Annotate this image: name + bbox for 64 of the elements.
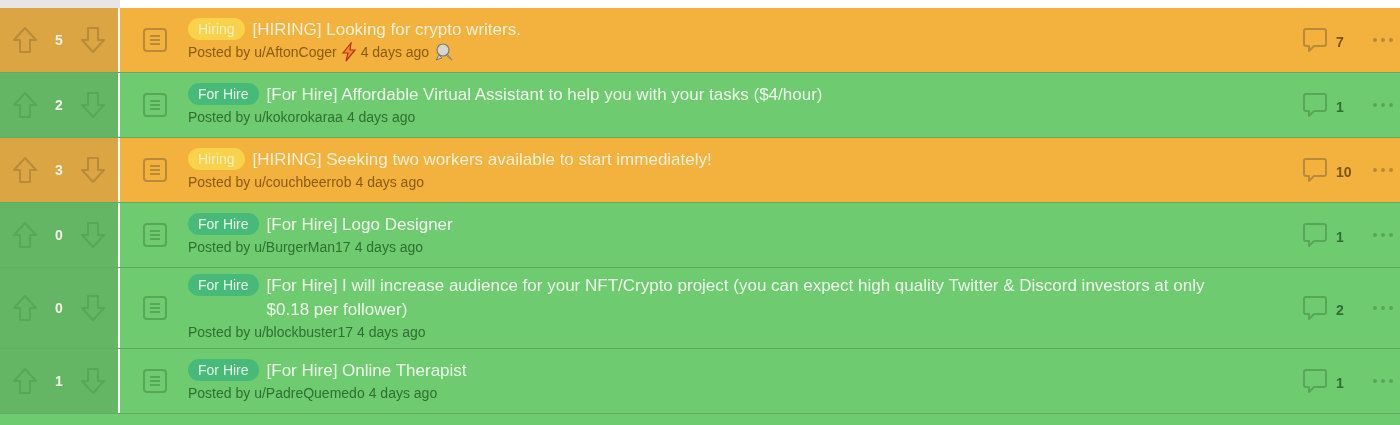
- post-flair: For Hire: [188, 83, 259, 105]
- upvote-icon[interactable]: [12, 156, 38, 184]
- comment-icon[interactable]: [1302, 295, 1328, 321]
- comment-count[interactable]: 1: [1336, 223, 1344, 247]
- post-time: 4 days ago: [354, 238, 424, 257]
- post-author[interactable]: Posted by u/AftonCoger: [188, 42, 337, 62]
- vote-count: 0: [55, 226, 63, 245]
- post-time: 4 days ago: [368, 384, 438, 403]
- text-post-icon: [142, 295, 168, 321]
- vote-count: 5: [55, 31, 63, 50]
- post-time: 4 days ago: [346, 108, 416, 127]
- post-flair: For Hire: [188, 359, 259, 381]
- post-row[interactable]: 0 For Hire [For Hire] Logo Designer Posted by u/BurgerMan17 4 days ago 1: [0, 203, 1400, 268]
- post-author[interactable]: Posted by u/PadreQuemedo: [188, 383, 365, 403]
- post-flair: Hiring: [188, 148, 245, 170]
- post-title[interactable]: [For Hire] Online Therapist: [266, 359, 1238, 383]
- upvote-icon[interactable]: [12, 26, 38, 54]
- post-flair: For Hire: [188, 213, 259, 235]
- text-post-icon: [142, 92, 168, 118]
- vote-count: 2: [55, 96, 63, 115]
- comment-count[interactable]: 7: [1336, 28, 1344, 52]
- post-time: 4 days ago: [360, 43, 430, 62]
- comment-icon[interactable]: [1302, 27, 1328, 53]
- comment-icon[interactable]: [1302, 157, 1328, 183]
- post-title[interactable]: [For Hire] I will increase audience for your NFT/Crypto project (you can expect high quality Twitter & Discord investors at only $0.18 per follower): [266, 274, 1238, 322]
- comment-icon[interactable]: [1302, 92, 1328, 118]
- post-title[interactable]: [For Hire] Affordable Virtual Assistant to help you with your tasks ($4/hour): [266, 83, 1238, 107]
- comment-count[interactable]: 10: [1336, 158, 1352, 182]
- post-title[interactable]: [HIRING] Seeking two workers available to start immediately!: [252, 148, 1238, 172]
- post-row[interactable]: 3 Hiring [HIRING] Seeking two workers available to start immediately! Posted by u/couchbeerrob 4 days ago 10: [0, 138, 1400, 203]
- post-author[interactable]: Posted by u/BurgerMan17: [188, 237, 351, 257]
- post-title[interactable]: [For Hire] Logo Designer: [266, 213, 1238, 237]
- post-row[interactable]: 0 For Hire [For Hire] I will increase audience for your NFT/Crypto project (you can expect high quality Twitter & Discord investors at only $0.18 per follower) Posted by u/blockbuster17 4 days ago 2: [0, 268, 1400, 349]
- more-options-icon[interactable]: [1372, 305, 1394, 311]
- more-options-icon[interactable]: [1372, 167, 1394, 173]
- more-options-icon[interactable]: [1372, 37, 1394, 43]
- post-flair: For Hire: [188, 274, 259, 296]
- comment-count[interactable]: 1: [1336, 93, 1344, 117]
- downvote-icon[interactable]: [80, 156, 106, 184]
- post-author[interactable]: Posted by u/couchbeerrob: [188, 172, 352, 192]
- post-row[interactable]: 2 For Hire [For Hire] Affordable Virtual Assistant to help you with your tasks ($4/hour) Posted by u/kokorokaraa 4 days ago 1: [0, 73, 1400, 138]
- text-post-icon: [142, 27, 168, 53]
- post-row[interactable]: 1 For Hire [For Hire] Online Therapist Posted by u/PadreQuemedo 4 days ago 1: [0, 349, 1400, 414]
- vote-count: 0: [55, 299, 63, 318]
- post-author[interactable]: Posted by u/blockbuster17: [188, 322, 353, 342]
- vote-count: 3: [55, 161, 63, 180]
- vote-count: 1: [55, 372, 63, 391]
- text-post-icon: [142, 157, 168, 183]
- post-title[interactable]: [HIRING] Looking for crypto writers.: [252, 18, 1238, 42]
- post-time: 4 days ago: [355, 173, 424, 192]
- comment-count[interactable]: 1: [1336, 369, 1344, 393]
- more-options-icon[interactable]: [1372, 102, 1394, 108]
- comment-count[interactable]: 2: [1336, 296, 1344, 320]
- post-row[interactable]: 5 Hiring [HIRING] Looking for crypto writers. Posted by u/AftonCoger 4 days ago 7: [0, 8, 1400, 73]
- more-options-icon[interactable]: [1372, 232, 1394, 238]
- text-post-icon: [142, 222, 168, 248]
- comment-icon[interactable]: [1302, 222, 1328, 248]
- post-time: 4 days ago: [357, 323, 426, 342]
- post-flair: Hiring: [188, 18, 245, 40]
- more-options-icon[interactable]: [1372, 378, 1394, 384]
- comment-icon[interactable]: [1302, 368, 1328, 394]
- text-post-icon: [142, 368, 168, 394]
- downvote-icon[interactable]: [80, 26, 106, 54]
- post-author[interactable]: Posted by u/kokorokaraa: [188, 107, 343, 127]
